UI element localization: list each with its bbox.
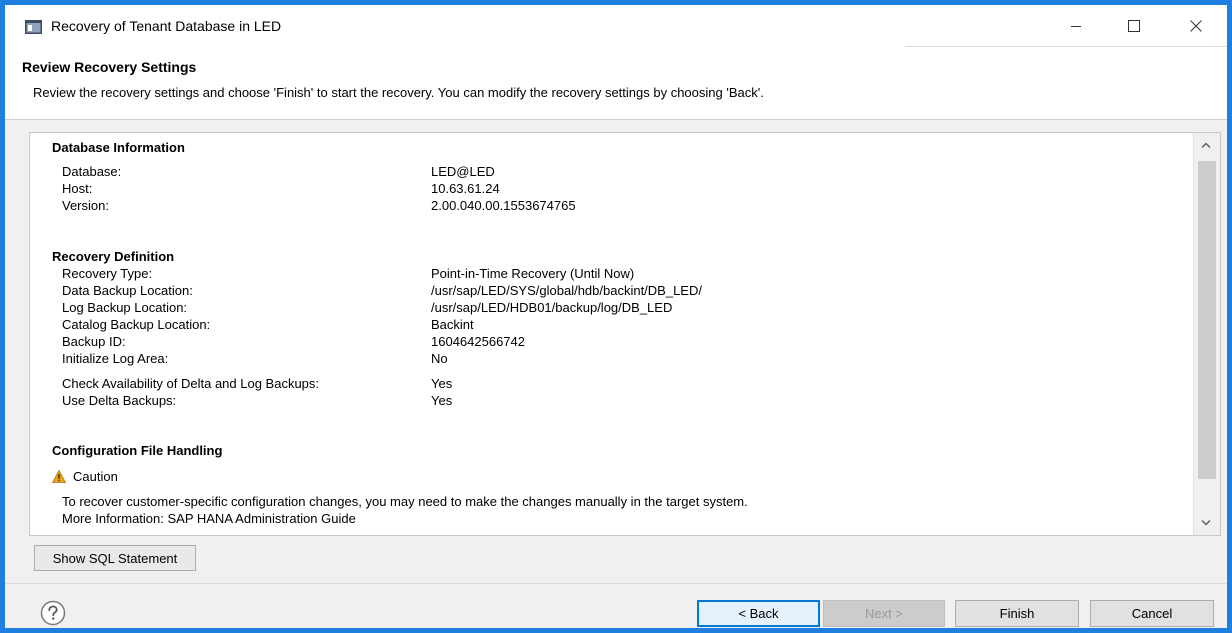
- scroll-up-icon[interactable]: [1200, 141, 1212, 149]
- caution-message: To recover customer-specific configurati…: [62, 494, 748, 509]
- close-icon: [1190, 20, 1202, 32]
- initialize-log-area-value: No: [431, 351, 448, 366]
- recovery-dialog-window: Recovery of Tenant Database in LED Revie…: [0, 0, 1232, 633]
- wizard-header: Review Recovery Settings Review the reco…: [5, 47, 1227, 120]
- help-icon[interactable]: [40, 600, 66, 626]
- page-title: Review Recovery Settings: [22, 59, 197, 75]
- use-delta-backups-label: Use Delta Backups:: [62, 393, 177, 408]
- minimize-icon: [1071, 26, 1081, 27]
- maximize-button[interactable]: [1111, 11, 1157, 41]
- vertical-scrollbar[interactable]: [1193, 133, 1220, 535]
- version-label: Version:: [62, 198, 109, 213]
- caution-row: Caution: [52, 469, 118, 484]
- data-backup-location-label: Data Backup Location:: [62, 283, 193, 298]
- next-button[interactable]: Next >: [823, 600, 945, 627]
- title-bar[interactable]: Recovery of Tenant Database in LED: [5, 5, 1227, 47]
- backup-id-label: Backup ID:: [62, 334, 126, 349]
- recovery-definition-title: Recovery Definition: [52, 249, 175, 264]
- recovery-type-value: Point-in-Time Recovery (Until Now): [431, 266, 635, 281]
- recovery-type-label: Recovery Type:: [62, 266, 153, 281]
- host-label: Host:: [62, 181, 93, 196]
- check-availability-label: Check Availability of Delta and Log Back…: [62, 376, 320, 391]
- database-label: Database:: [62, 164, 122, 179]
- version-value: 2.00.040.00.1553674765: [431, 198, 576, 213]
- log-backup-location-value: /usr/sap/LED/HDB01/backup/log/DB_LED: [431, 300, 673, 315]
- cancel-button[interactable]: Cancel: [1090, 600, 1214, 627]
- settings-summary-content: Database Information Database: LED@LED H…: [30, 133, 1194, 535]
- initialize-log-area-label: Initialize Log Area:: [62, 351, 169, 366]
- maximize-icon: [1128, 20, 1140, 32]
- settings-summary-panel[interactable]: Database Information Database: LED@LED H…: [29, 132, 1221, 536]
- data-backup-location-value: /usr/sap/LED/SYS/global/hdb/backint/DB_L…: [431, 283, 702, 298]
- show-sql-statement-button[interactable]: Show SQL Statement: [34, 545, 196, 571]
- caution-label: Caution: [73, 469, 118, 484]
- more-information-text: More Information: SAP HANA Administratio…: [62, 511, 356, 526]
- config-handling-title: Configuration File Handling: [52, 443, 223, 458]
- use-delta-backups-value: Yes: [431, 393, 453, 408]
- app-window-icon: [25, 20, 42, 34]
- close-button[interactable]: [1173, 11, 1219, 41]
- page-description: Review the recovery settings and choose …: [33, 85, 764, 100]
- database-value: LED@LED: [431, 164, 495, 179]
- catalog-backup-location-label: Catalog Backup Location:: [62, 317, 211, 332]
- log-backup-location-label: Log Backup Location:: [62, 300, 188, 315]
- database-info-title: Database Information: [52, 140, 185, 155]
- back-button[interactable]: < Back: [697, 600, 820, 627]
- backup-id-value: 1604642566742: [431, 334, 525, 349]
- check-availability-value: Yes: [431, 376, 453, 391]
- warning-icon: [52, 470, 66, 483]
- scroll-down-icon[interactable]: [1200, 519, 1212, 527]
- minimize-button[interactable]: [1053, 11, 1099, 41]
- footer-divider: [5, 583, 1227, 584]
- window-title: Recovery of Tenant Database in LED: [51, 18, 282, 34]
- scrollbar-thumb[interactable]: [1198, 161, 1216, 479]
- finish-button[interactable]: Finish: [955, 600, 1079, 627]
- catalog-backup-location-value: Backint: [431, 317, 474, 332]
- host-value: 10.63.61.24: [431, 181, 500, 196]
